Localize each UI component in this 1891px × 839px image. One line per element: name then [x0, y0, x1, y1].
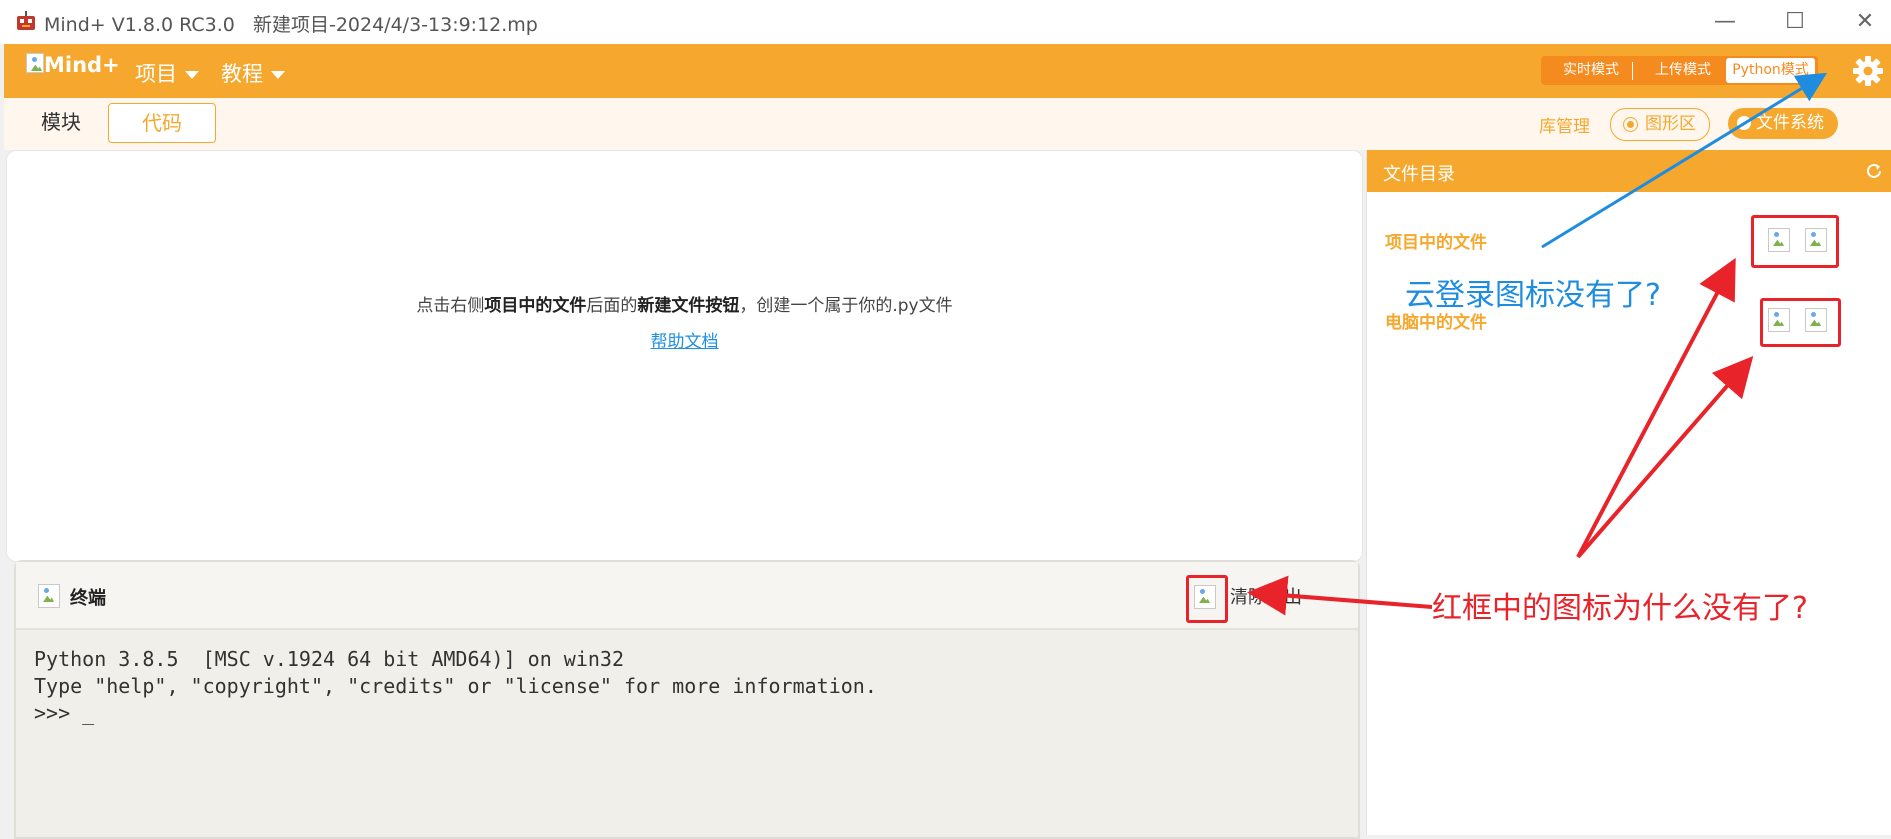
annotation-arrows [1247, 72, 1828, 616]
arrow-red [1247, 575, 1433, 616]
arrow-blue [1541, 72, 1828, 249]
arrow-red [1576, 355, 1754, 559]
arrow-red [1576, 257, 1736, 558]
